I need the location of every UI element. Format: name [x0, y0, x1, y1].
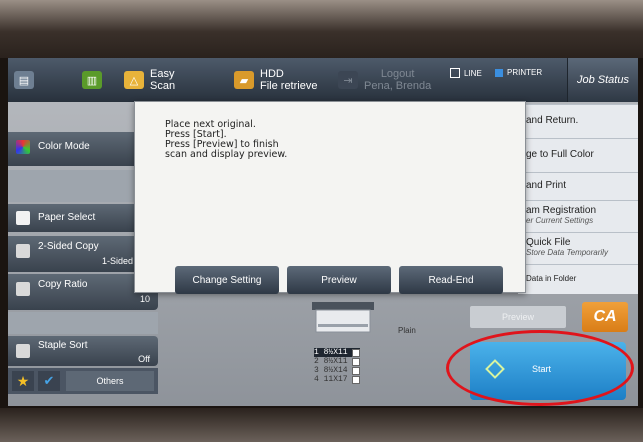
- color-mode-icon: [16, 140, 30, 154]
- dialog-message: Place next original. Press [Start]. Pres…: [165, 120, 287, 160]
- registration-sub: er Current Settings: [526, 216, 594, 225]
- staple-sort-label: Staple Sort: [38, 340, 88, 351]
- printer-label: PRINTER: [507, 68, 543, 77]
- tray-row[interactable]: 3 8½X14: [314, 366, 360, 375]
- duplex-icon: [16, 244, 30, 258]
- easy-scan-label-1: Easy: [150, 68, 175, 80]
- scan-icon: △: [124, 71, 144, 89]
- job-status-button[interactable]: Job Status: [567, 58, 638, 102]
- line-label: LINE: [464, 68, 482, 78]
- device-bezel-top: [0, 0, 643, 58]
- preview-dialog-button[interactable]: Preview: [287, 266, 391, 294]
- logout-label: Logout: [380, 68, 415, 80]
- copy-ratio-value: 10: [139, 294, 150, 304]
- read-end-button[interactable]: Read-End: [399, 266, 503, 294]
- printer-status-icon: [495, 68, 503, 77]
- preview-button[interactable]: Preview: [470, 306, 566, 328]
- favorite-star-icon[interactable]: ★: [12, 371, 34, 391]
- staple-sort-button[interactable]: Staple Sort Off: [8, 336, 158, 366]
- staple-sort-value: Off: [138, 354, 150, 364]
- bottom-shortcut-bar: ★ ✔ Others: [8, 368, 158, 394]
- scan-prompt-dialog: Place next original. Press [Start]. Pres…: [134, 101, 526, 294]
- easy-scan-button[interactable]: △ Easy Scan: [124, 58, 175, 102]
- dialog-line: scan and display preview.: [165, 149, 288, 160]
- others-button[interactable]: Others: [66, 371, 154, 391]
- red-highlight-circle: [446, 330, 634, 406]
- paper-tray-list: 1 8½X11 2 8½X11 3 8½X14 4 11X17: [314, 348, 360, 384]
- right-item-folder[interactable]: Data in Folder: [518, 264, 638, 294]
- top-toolbar: ▤ ▥ △ Easy Scan ▰ HDD File retrieve ⇥ Lo…: [8, 58, 638, 102]
- logout-user: Pena, Brenda: [364, 80, 432, 92]
- quick-file-label: Quick File: [526, 237, 571, 248]
- paper-icon: [16, 211, 30, 225]
- clear-all-button[interactable]: CA: [582, 302, 628, 332]
- hdd-label-1: HDD: [260, 68, 284, 80]
- hdd-label-2: File retrieve: [260, 80, 318, 92]
- quick-file-sub: Store Data Temporarily: [526, 248, 608, 257]
- tray-row[interactable]: 2 8½X11: [314, 357, 360, 366]
- right-item-full-color[interactable]: ge to Full Color: [518, 138, 638, 172]
- line-indicator: LINE: [450, 68, 482, 78]
- check-icon[interactable]: ✔: [38, 371, 60, 391]
- printer-indicator: PRINTER: [495, 68, 542, 77]
- staple-icon: [16, 344, 30, 358]
- paper-type-label: Plain: [398, 326, 416, 335]
- ratio-icon: [16, 282, 30, 296]
- tray-row[interactable]: 4 11X17: [314, 375, 360, 384]
- copy-mode-button[interactable]: ▤: [14, 58, 34, 102]
- line-status-icon: [450, 68, 460, 78]
- document-filing-button[interactable]: ▥: [82, 58, 102, 102]
- color-mode-label: Color Mode: [38, 141, 90, 152]
- copier-machine-icon: [312, 302, 374, 333]
- easy-scan-label-2: Scan: [150, 80, 176, 92]
- folder-icon: ▰: [234, 71, 254, 89]
- output-button[interactable]: [8, 312, 158, 334]
- device-bezel-bottom: [0, 408, 643, 442]
- tray-row[interactable]: 1 8½X11: [314, 348, 360, 357]
- right-item-registration[interactable]: am Registration er Current Settings: [518, 200, 638, 232]
- registration-label: am Registration: [526, 205, 597, 216]
- hdd-file-retrieve-button[interactable]: ▰ HDD File retrieve: [234, 58, 317, 102]
- logout-icon: ⇥: [338, 71, 358, 89]
- right-item-print[interactable]: and Print: [518, 172, 638, 200]
- logout-button[interactable]: ⇥ Logout Pena, Brenda: [338, 58, 431, 102]
- document-icon: ▥: [82, 71, 102, 89]
- copy-icon: ▤: [14, 71, 34, 89]
- change-setting-button[interactable]: Change Setting: [175, 266, 279, 294]
- right-item-scan-return[interactable]: and Return.: [518, 104, 638, 138]
- right-item-quick-file[interactable]: Quick File Store Data Temporarily: [518, 232, 638, 264]
- paper-select-label: Paper Select: [38, 212, 96, 223]
